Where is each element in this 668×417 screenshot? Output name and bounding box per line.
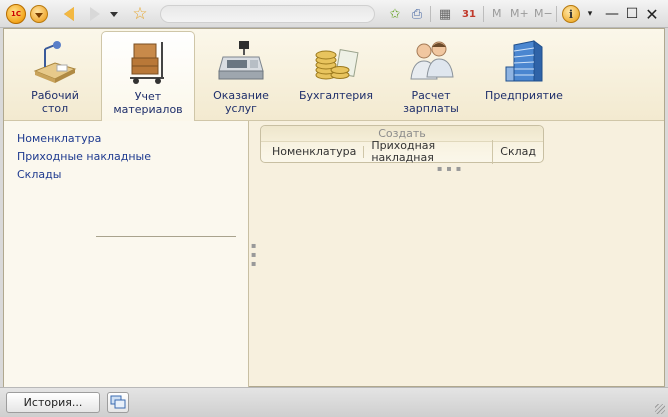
section-label: Предприятие: [485, 89, 563, 102]
status-bar: История...: [0, 387, 668, 417]
coins-icon: [312, 37, 360, 85]
cash-register-icon: [217, 37, 265, 85]
boxes-cart-icon: [124, 38, 172, 86]
desk-icon: [31, 37, 79, 85]
history-dropdown-icon[interactable]: [108, 4, 120, 24]
windows-icon: [110, 395, 126, 409]
section-label: Расчет зарплаты: [403, 89, 459, 115]
nav-link-warehouses[interactable]: Склады: [17, 166, 151, 184]
create-nomenclature-link[interactable]: Номенклатура: [265, 146, 365, 158]
memory-plus-button[interactable]: M+: [510, 7, 529, 20]
navigation-panel: Номенклатура Приходные накладные Склады: [4, 121, 249, 387]
back-arrow-icon[interactable]: [60, 4, 78, 24]
calculator-icon[interactable]: ▦: [436, 4, 454, 24]
section-label: Учет материалов: [113, 90, 183, 116]
window-list-button[interactable]: [107, 392, 129, 413]
resize-grip[interactable]: [655, 404, 665, 414]
nav-link-incoming-invoices[interactable]: Приходные накладные: [17, 148, 151, 166]
forward-arrow-icon[interactable]: [86, 4, 104, 24]
section-label: Бухгалтерия: [298, 89, 374, 102]
create-actions: Номенклатура Приходная накладная Склад: [261, 140, 543, 164]
calendar-icon[interactable]: 31: [460, 4, 478, 24]
create-panel: Создать Номенклатура Приходная накладная…: [260, 125, 544, 164]
section-label: Рабочий стол: [31, 89, 79, 115]
memory-minus-button[interactable]: M−: [534, 7, 553, 20]
section-payroll[interactable]: Расчет зарплаты: [384, 31, 478, 119]
link-icon[interactable]: ⎙: [408, 4, 426, 24]
sections-panel: Рабочий стол Учет материалов Оказание ус…: [4, 29, 664, 121]
section-materials[interactable]: Учет материалов: [101, 31, 195, 121]
address-bar[interactable]: [160, 5, 375, 23]
building-icon: [500, 37, 548, 85]
maximize-icon[interactable]: ☐: [624, 4, 640, 24]
memory-m-button[interactable]: M: [492, 7, 502, 20]
panel-splitter-handle[interactable]: ▪ ▪ ▪: [251, 241, 256, 268]
section-enterprise[interactable]: Предприятие: [477, 31, 571, 119]
title-bar: 1С ☆ ✩ ⎙ ▦ 31 M M+ M− i ▾ — ☐ ✕: [0, 0, 668, 28]
section-services[interactable]: Оказание услуг: [194, 31, 288, 119]
minimize-icon[interactable]: —: [604, 4, 620, 24]
history-button[interactable]: История...: [6, 392, 100, 413]
separator-line: [96, 236, 236, 237]
app-logo-icon[interactable]: 1С: [6, 4, 26, 24]
info-dropdown-icon[interactable]: ▾: [582, 4, 598, 24]
info-icon[interactable]: i: [562, 5, 580, 23]
section-desktop[interactable]: Рабочий стол: [8, 31, 102, 119]
section-label: Оказание услуг: [213, 89, 269, 115]
main-menu-button[interactable]: [30, 5, 48, 23]
people-icon: [407, 37, 455, 85]
favorite-add-icon[interactable]: ✩: [386, 4, 404, 24]
create-warehouse-link[interactable]: Склад: [493, 146, 543, 158]
section-accounting[interactable]: Бухгалтерия: [289, 31, 383, 119]
close-icon[interactable]: ✕: [644, 4, 660, 24]
create-incoming-invoice-link[interactable]: Приходная накладная: [364, 140, 494, 164]
main-frame: Рабочий стол Учет материалов Оказание ус…: [3, 28, 665, 387]
create-panel-resize-handle[interactable]: ▪▪▪: [437, 164, 465, 173]
favorites-star-icon[interactable]: ☆: [130, 4, 150, 24]
navigation-list: Номенклатура Приходные накладные Склады: [17, 130, 151, 184]
nav-link-nomenclature[interactable]: Номенклатура: [17, 130, 151, 148]
